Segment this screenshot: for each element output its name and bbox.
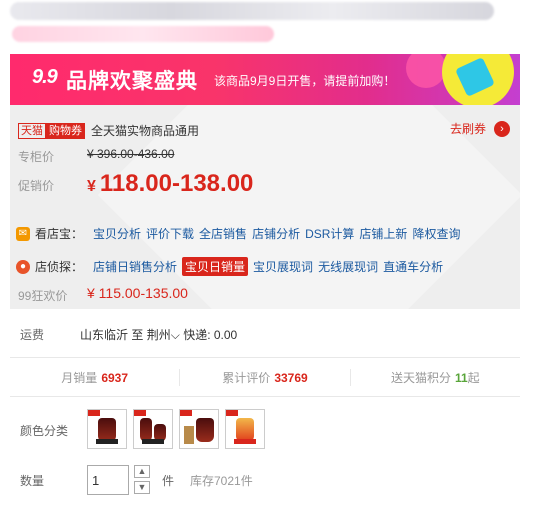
shop-treasure-row: ✉ 看店宝： 宝贝分析 评价下载 全店销售 店铺分析 DSR计算 店铺上新 降权… (16, 225, 465, 242)
banner-decoration (406, 54, 446, 88)
swatch-corner-tag (180, 410, 192, 416)
counter-price: ¥ 396.00-436.00 (87, 147, 175, 161)
color-option-4[interactable] (225, 409, 265, 449)
tmall-points: 送天猫积分 11起 (351, 369, 520, 386)
shipping-origin: 山东临沂 (80, 328, 129, 342)
stock-count: 库存7021件 (190, 474, 253, 488)
promo-banner: 9.9 品牌欢聚盛典 该商品9月9日开售，请提前加购！ (10, 54, 520, 105)
quantity-increase-button[interactable]: ▲ (134, 465, 150, 478)
shopping-coupon-tag: 购物券 (46, 122, 85, 139)
kettle-base (142, 439, 164, 444)
shop-detective-link[interactable]: 无线展现词 (318, 258, 378, 275)
event-logo: 9.9 (32, 66, 58, 88)
counter-price-label: 专柜价 (18, 150, 55, 164)
chevron-down-icon: ⌵ (170, 328, 180, 342)
total-reviews[interactable]: 累计评价 33769 (180, 368, 351, 386)
sale-notice: 该商品9月9日开售，请提前加购！ (214, 74, 396, 88)
express-fee: 快递: 0.00 (183, 328, 238, 342)
promo-price-label: 促销价 (18, 179, 55, 193)
shop-treasure-link[interactable]: 店铺分析 (252, 225, 300, 242)
person-icon: ● (16, 259, 30, 274)
event-title: 品牌欢聚盛典 (66, 70, 198, 93)
blurred-product-subtitle (12, 26, 274, 42)
shop-detective-row: ● 店侦探： 店铺日销售分析 宝贝日销量 宝贝展现词 无线展现词 直通车分析 (16, 257, 448, 276)
double-nine-price: ¥ 115.00-135.00 (87, 285, 188, 301)
kettle-image (196, 418, 214, 442)
currency-symbol: ¥ (87, 178, 96, 195)
quantity-label: 数量 (20, 474, 45, 488)
accessory-image (184, 426, 194, 444)
get-coupon-link[interactable]: 去刷券 › (450, 120, 510, 137)
color-option-2[interactable] (133, 409, 173, 449)
shop-treasure-link[interactable]: 店铺上新 (359, 225, 407, 242)
monthly-sales-label: 月销量 (61, 370, 98, 385)
shop-detective-name: 店侦探： (35, 260, 84, 274)
quantity-unit: 件 (162, 474, 175, 488)
coupon-row: 天猫 购物券 全天猫实物商品通用 (18, 122, 199, 139)
price-panel: 天猫 购物券 全天猫实物商品通用 去刷券 › 专柜价 ¥ 396.00-436.… (10, 105, 520, 309)
shop-treasure-link[interactable]: 降权查询 (412, 225, 460, 242)
total-reviews-label: 累计评价 (222, 370, 271, 385)
double-nine-price-label: 99狂欢价 (18, 289, 68, 303)
shop-treasure-link[interactable]: 全店销售 (199, 225, 247, 242)
total-reviews-value: 33769 (274, 370, 308, 385)
swatch-corner-tag (134, 410, 146, 416)
get-coupon-label: 去刷券 (449, 122, 486, 136)
destination-select[interactable]: 荆州⌵ (147, 328, 180, 342)
shop-treasure-name: 看店宝： (35, 227, 84, 241)
tmall-points-suffix: 起 (467, 370, 480, 385)
destination-value: 荆州 (146, 328, 171, 342)
tmall-points-label: 送天猫积分 (390, 370, 451, 385)
shop-detective-link[interactable]: 店铺日销售分析 (93, 258, 177, 275)
tmall-tag: 天猫 (18, 122, 46, 139)
tmall-points-value: 11 (454, 370, 468, 385)
color-option-1[interactable] (87, 409, 127, 449)
shipping-info: 山东临沂 至 荆州⌵ 快递: 0.00 (80, 326, 237, 343)
monthly-sales: 月销量 6937 (10, 368, 181, 386)
color-category-label: 颜色分类 (20, 424, 69, 438)
shop-treasure-link[interactable]: DSR计算 (305, 225, 354, 242)
sales-stats: 月销量 6937 累计评价 33769 送天猫积分 11起 (10, 357, 520, 397)
envelope-icon: ✉ (16, 226, 30, 241)
promo-price-value: 118.00-138.00 (99, 170, 254, 197)
quantity-decrease-button[interactable]: ▼ (134, 481, 150, 494)
shop-detective-link[interactable]: 直通车分析 (383, 258, 443, 275)
promo-price: ¥118.00-138.00 (87, 170, 253, 198)
monthly-sales-value: 6937 (101, 370, 129, 385)
shop-detective-link[interactable]: 宝贝展现词 (253, 258, 313, 275)
swatch-corner-tag (88, 410, 100, 416)
kettle-base (96, 439, 118, 444)
coupon-description: 全天猫实物商品通用 (91, 124, 200, 138)
quantity-input[interactable] (87, 465, 129, 495)
shop-detective-link-active[interactable]: 宝贝日销量 (182, 257, 249, 276)
shop-treasure-link[interactable]: 宝贝分析 (93, 225, 141, 242)
shop-treasure-link[interactable]: 评价下载 (146, 225, 194, 242)
chevron-right-icon: › (494, 120, 510, 137)
shipping-to: 至 (131, 328, 144, 342)
blurred-product-title (10, 2, 494, 20)
swatch-corner-tag (226, 410, 238, 416)
shipping-label: 运费 (20, 328, 45, 342)
kettle-base (234, 439, 256, 444)
color-option-3[interactable] (179, 409, 219, 449)
